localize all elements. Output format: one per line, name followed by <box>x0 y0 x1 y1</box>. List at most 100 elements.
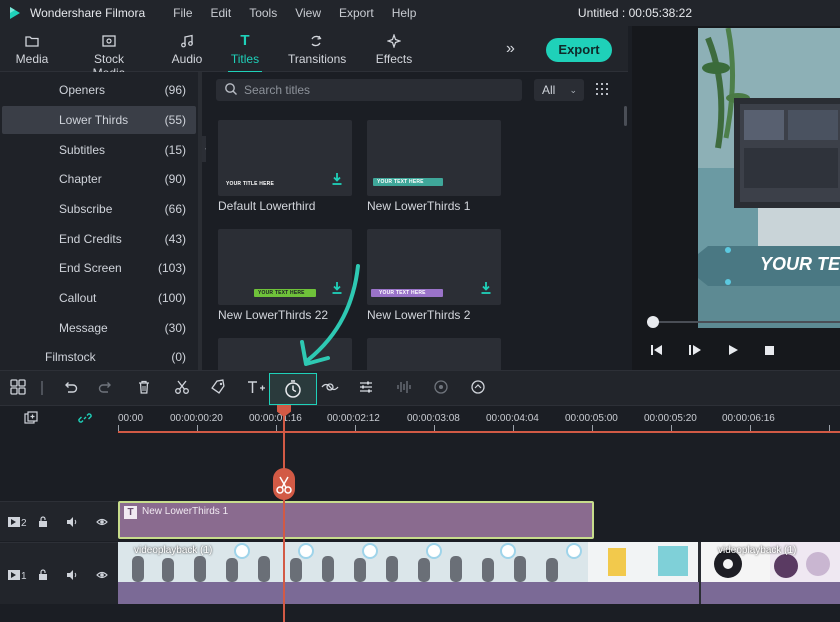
category-end-screen[interactable]: End Screen (103) <box>2 254 196 282</box>
tab-transitions-label: Transitions <box>288 52 347 66</box>
tab-audio[interactable]: Audio <box>170 32 204 66</box>
link-icon[interactable] <box>78 411 92 428</box>
speaker-icon[interactable] <box>66 516 78 531</box>
tab-transitions[interactable]: Transitions <box>288 32 347 66</box>
menu-export[interactable]: Export <box>339 6 374 20</box>
step-back-icon[interactable] <box>650 344 664 359</box>
library-scrollbar[interactable] <box>624 106 627 126</box>
tab-titles[interactable]: T Titles <box>228 32 262 73</box>
category-lower-thirds[interactable]: Lower Thirds (55) <box>2 106 196 134</box>
category-count: (96) <box>164 83 186 97</box>
tab-media[interactable]: Media <box>14 32 50 66</box>
undo-icon[interactable] <box>62 379 82 399</box>
title-thumbnail[interactable] <box>367 338 501 370</box>
menu-edit[interactable]: Edit <box>211 6 232 20</box>
filter-value: All <box>542 83 556 97</box>
play-icon[interactable] <box>727 344 739 359</box>
preview-overlay-text: YOUR TE <box>760 254 840 274</box>
tag-icon[interactable] <box>210 379 230 399</box>
speaker-icon[interactable] <box>66 569 78 584</box>
timeline-ruler[interactable]: 00:00 00:00:00:20 00:00:01:16 00:00:02:1… <box>0 407 840 435</box>
playhead-line[interactable] <box>283 407 285 622</box>
color-match-icon[interactable] <box>321 379 341 399</box>
grid-view-icon[interactable] <box>596 83 608 98</box>
category-name: End Screen <box>59 261 122 275</box>
timer-icon <box>285 380 301 398</box>
download-icon[interactable] <box>481 282 491 297</box>
cut-scissors-icon[interactable] <box>174 379 194 399</box>
tab-effects[interactable]: Effects <box>374 32 414 66</box>
category-subtitles[interactable]: Subtitles (15) <box>2 136 196 164</box>
eye-icon[interactable] <box>96 569 108 584</box>
stop-icon[interactable] <box>763 344 775 359</box>
category-name: Filmstock <box>45 350 96 364</box>
toolbar-divider <box>40 379 44 399</box>
library-tab-bar: Media Stock Media Audio T Titles Transit… <box>0 26 628 80</box>
search-box <box>216 79 522 101</box>
title-card-new-lowerthirds-2[interactable]: YOUR TEXT HERE New LowerThirds 2 <box>367 229 501 322</box>
category-count: (100) <box>157 291 186 305</box>
card-caption: New LowerThirds 2 <box>367 308 471 322</box>
transitions-icon <box>288 32 344 50</box>
category-name: End Credits <box>59 232 122 246</box>
speed-ramping-icon[interactable] <box>470 379 490 399</box>
tab-titles-label: Titles <box>230 52 260 66</box>
layout-grid-icon[interactable] <box>10 379 30 399</box>
preview-scrubber[interactable] <box>647 316 840 328</box>
chevron-down-icon: ⌄ <box>569 85 577 95</box>
search-input[interactable] <box>244 82 514 98</box>
menu-view[interactable]: View <box>295 6 321 20</box>
thumbnail-text: YOUR TEXT HERE <box>377 179 424 185</box>
category-end-credits[interactable]: End Credits (43) <box>2 225 196 253</box>
annotation-arrow <box>300 264 360 366</box>
download-icon[interactable] <box>332 173 342 188</box>
scrubber-knob[interactable] <box>647 316 659 328</box>
lock-icon[interactable] <box>38 516 48 531</box>
track-1-header: 1 <box>0 542 118 604</box>
step-forward-icon[interactable] <box>688 344 702 359</box>
more-tabs-button[interactable]: » <box>506 40 515 58</box>
delete-icon[interactable] <box>136 379 156 399</box>
category-filmstock[interactable]: Filmstock (0) <box>2 343 196 371</box>
preview-screen: YOUR TE <box>698 28 840 328</box>
filter-dropdown[interactable]: All ⌄ <box>534 79 584 101</box>
tab-audio-label: Audio <box>171 52 203 66</box>
adjust-sliders-icon[interactable] <box>358 379 378 399</box>
motion-tracking-icon[interactable] <box>433 379 453 399</box>
ruler-label: 00:00:06:16 <box>722 413 775 424</box>
scissors-icon <box>276 476 292 494</box>
titles-library: All ⌄ YOUR TITLE HERE Default Lowerthird… <box>206 72 628 370</box>
split-marker-button[interactable] <box>273 468 295 500</box>
music-note-icon <box>170 32 204 50</box>
category-message[interactable]: Message (30) <box>2 314 196 342</box>
menu-file[interactable]: File <box>173 6 192 20</box>
export-button[interactable]: Export <box>546 38 612 62</box>
category-subscribe[interactable]: Subscribe (66) <box>2 195 196 223</box>
audio-waveform-icon[interactable] <box>396 379 416 399</box>
category-openers[interactable]: Openers (96) <box>2 76 196 104</box>
effects-sparkle-icon <box>374 32 414 50</box>
category-count: (90) <box>164 172 186 186</box>
card-caption: Default Lowerthird <box>218 199 316 213</box>
add-text-icon[interactable] <box>246 379 266 399</box>
lock-icon[interactable] <box>38 569 48 584</box>
menu-help[interactable]: Help <box>392 6 417 20</box>
search-icon <box>224 82 238 99</box>
menu-tools[interactable]: Tools <box>249 6 277 20</box>
title-thumbnail: YOUR TITLE HERE <box>218 120 352 196</box>
speed-timer-button[interactable] <box>269 373 317 405</box>
category-chapter[interactable]: Chapter (90) <box>2 165 196 193</box>
audio-waveform-track[interactable] <box>118 582 840 604</box>
redo-icon[interactable] <box>98 379 118 399</box>
category-name: Message <box>59 321 108 335</box>
title-clip[interactable]: T New LowerThirds 1 <box>118 501 594 539</box>
category-callout[interactable]: Callout (100) <box>2 284 196 312</box>
ruler-label: 00:00:01:16 <box>249 413 302 424</box>
title-card-new-lowerthirds-1[interactable]: YOUR TEXT HERE New LowerThirds 1 <box>367 120 501 213</box>
title-card-default-lowerthird[interactable]: YOUR TITLE HERE Default Lowerthird <box>218 120 352 213</box>
add-track-icon[interactable] <box>24 411 38 428</box>
eye-icon[interactable] <box>96 516 108 531</box>
category-count: (43) <box>164 232 186 246</box>
app-title: Wondershare Filmora <box>30 6 146 20</box>
sidebar-scrollbar[interactable] <box>198 72 202 370</box>
